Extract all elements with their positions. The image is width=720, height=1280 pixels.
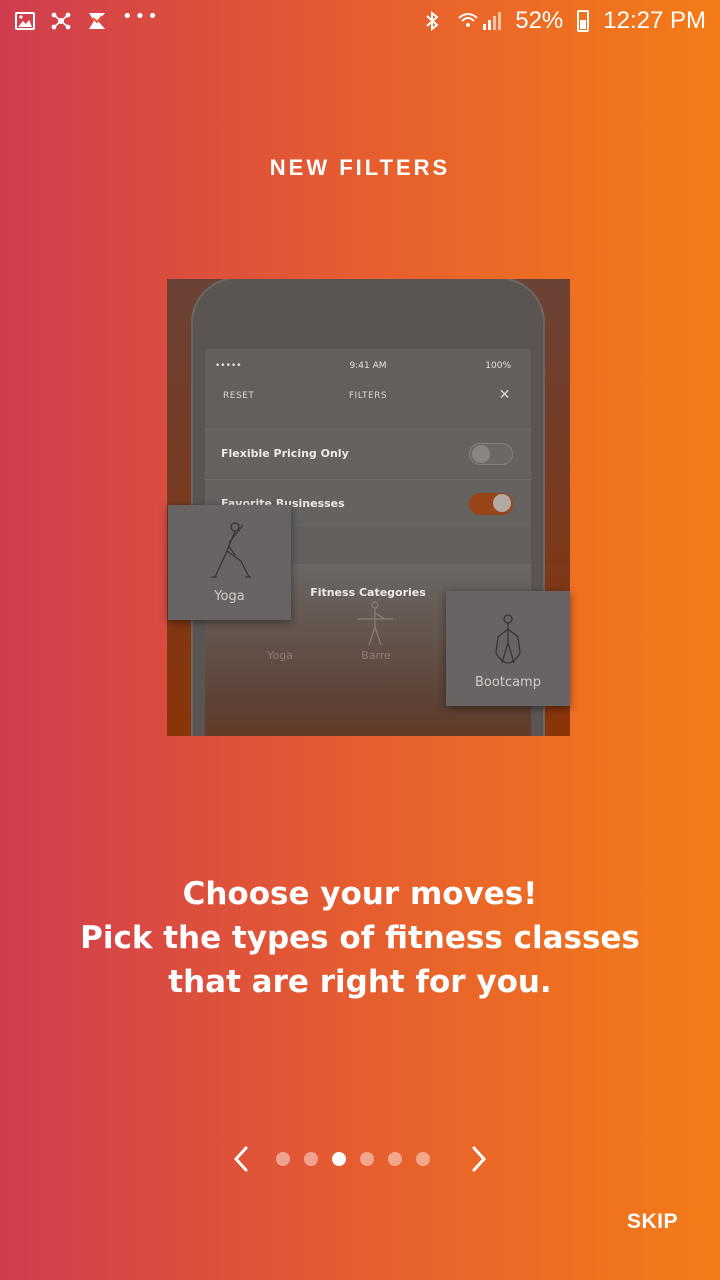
phone-toggle-on xyxy=(469,493,513,515)
page-dot[interactable] xyxy=(388,1152,402,1166)
yoga-card: Yoga xyxy=(168,505,291,620)
bootcamp-card-label: Bootcamp xyxy=(475,675,541,690)
page-dot[interactable] xyxy=(416,1152,430,1166)
gallery-icon xyxy=(15,12,35,30)
page-dot[interactable] xyxy=(304,1152,318,1166)
battery-icon xyxy=(577,10,590,32)
phone-mini-yoga: Yoga xyxy=(267,649,293,662)
phone-toggle-off xyxy=(469,443,513,465)
more-notifications-icon: ••• xyxy=(122,6,160,27)
page-dot[interactable] xyxy=(276,1152,290,1166)
yoga-card-label: Yoga xyxy=(214,589,245,604)
phone-time: 9:41 AM xyxy=(349,361,387,371)
filters-illustration: ••••• 9:41 AM 100% RESET FILTERS ✕ Flexi… xyxy=(167,279,570,736)
yoga-figure-icon xyxy=(210,522,251,578)
caption-body: Pick the types of fitness classes that a… xyxy=(80,920,640,1000)
onboarding-caption: Choose your moves! Pick the types of fit… xyxy=(40,872,680,1004)
barre-figure-icon xyxy=(357,601,393,646)
skip-button[interactable]: SKIP xyxy=(627,1210,678,1234)
next-arrow-icon[interactable] xyxy=(464,1142,494,1176)
phone-mini-barre: Barre xyxy=(361,649,391,662)
bluetooth-icon xyxy=(426,10,439,32)
page-title: NEW FILTERS xyxy=(269,155,451,180)
phone-filters-header: RESET FILTERS ✕ xyxy=(205,379,531,415)
bootcamp-card: Bootcamp xyxy=(446,591,570,706)
bootcamp-figure-icon xyxy=(495,614,521,664)
phone-row-label: Flexible Pricing Only xyxy=(221,447,349,460)
page-dot[interactable] xyxy=(360,1152,374,1166)
previous-arrow-icon[interactable] xyxy=(226,1142,256,1176)
phone-battery: 100% xyxy=(485,361,511,371)
battery-percent: 52% xyxy=(515,7,564,34)
page-dot-active[interactable] xyxy=(332,1152,346,1166)
page-indicator xyxy=(276,1152,430,1166)
pager xyxy=(0,1140,720,1180)
clock: 12:27 PM xyxy=(603,7,706,34)
phone-close-icon: ✕ xyxy=(498,387,511,403)
status-bar: ••• 52% 12:27 PM xyxy=(0,0,720,42)
phone-filters-title: FILTERS xyxy=(348,391,388,401)
swiftkey-icon xyxy=(89,13,105,29)
share-icon xyxy=(51,12,71,30)
phone-row-flexible-pricing: Flexible Pricing Only xyxy=(205,429,531,477)
wifi-signal-icon xyxy=(458,12,502,30)
caption-headline: Choose your moves! xyxy=(182,876,538,912)
